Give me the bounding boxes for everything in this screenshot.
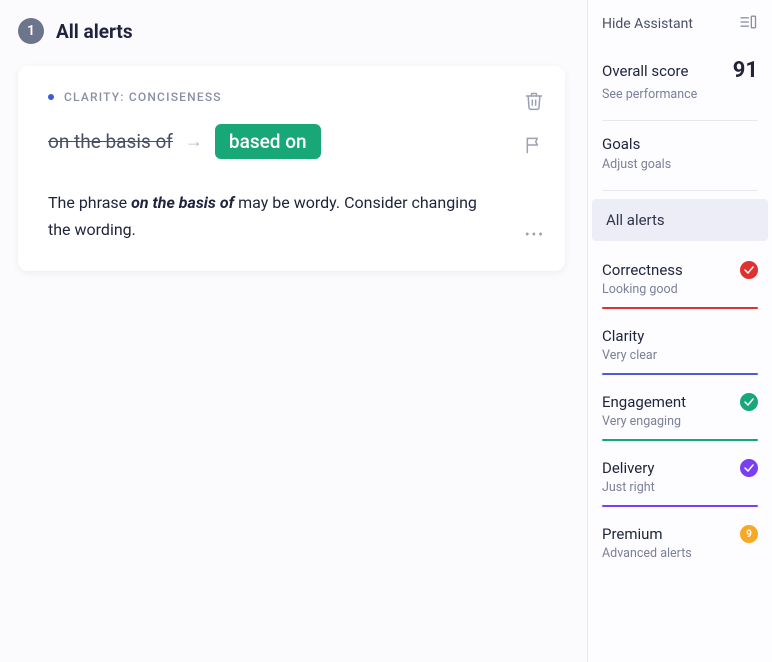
check-icon: [740, 459, 758, 477]
trash-icon[interactable]: [523, 90, 545, 112]
hide-assistant-label: Hide Assistant: [602, 16, 693, 32]
main-panel: 1 All alerts CLARITY: CONCISENESS on the…: [0, 0, 587, 662]
metric-name: Premium: [602, 525, 663, 543]
divider: [602, 190, 758, 191]
panel-collapse-icon: [738, 14, 758, 34]
overall-score-value: 91: [733, 58, 758, 83]
sidebar-item-clarity[interactable]: Clarity Very clear: [588, 315, 772, 381]
explanation-prefix: The phrase: [48, 193, 131, 212]
premium-count-badge: 9: [740, 525, 758, 543]
metric-name: Clarity: [602, 327, 644, 345]
page-title: All alerts: [56, 20, 133, 43]
metric-bar: [602, 505, 758, 507]
replacement-button[interactable]: based on: [215, 124, 321, 159]
suggestion-row: on the basis of → based on: [48, 124, 495, 159]
check-icon: [740, 393, 758, 411]
metric-name: Engagement: [602, 393, 686, 411]
metric-bar: [602, 307, 758, 309]
see-performance-link[interactable]: See performance: [602, 87, 758, 102]
sidebar: Hide Assistant Overall score 91 See perf…: [587, 0, 772, 662]
metric-name: Delivery: [602, 459, 655, 477]
metric-bar: [602, 373, 758, 375]
metric-sub: Very engaging: [602, 414, 758, 429]
sidebar-item-correctness[interactable]: Correctness Looking good: [588, 249, 772, 315]
metric-sub: Just right: [602, 480, 758, 495]
metric-bar: [602, 439, 758, 441]
metric-sub: Advanced alerts: [602, 546, 758, 561]
metric-name: Correctness: [602, 261, 683, 279]
overall-score-label: Overall score: [602, 62, 688, 80]
metric-sub: Looking good: [602, 282, 758, 297]
page-header: 1 All alerts: [18, 18, 565, 44]
card-actions: [523, 90, 545, 156]
goals-block[interactable]: Goals Adjust goals: [588, 125, 772, 186]
hide-assistant-button[interactable]: Hide Assistant: [588, 0, 772, 44]
bullet-icon: [48, 94, 54, 100]
adjust-goals-link[interactable]: Adjust goals: [602, 157, 758, 172]
arrow-icon: →: [185, 131, 203, 152]
explanation-text: The phrase on the basis of may be wordy.…: [48, 189, 495, 243]
alert-count-badge: 1: [18, 18, 44, 44]
flag-icon[interactable]: [523, 134, 545, 156]
sidebar-item-premium[interactable]: Premium 9 Advanced alerts: [588, 513, 772, 567]
sidebar-item-engagement[interactable]: Engagement Very engaging: [588, 381, 772, 447]
card-category: CLARITY: CONCISENESS: [64, 90, 222, 104]
explanation-bold: on the basis of: [131, 193, 234, 212]
divider: [602, 120, 758, 121]
sidebar-item-delivery[interactable]: Delivery Just right: [588, 447, 772, 513]
more-icon[interactable]: •••: [525, 227, 545, 243]
goals-label: Goals: [602, 135, 758, 153]
metric-sub: Very clear: [602, 348, 758, 363]
card-category-row: CLARITY: CONCISENESS: [48, 90, 495, 104]
original-text: on the basis of: [48, 130, 173, 153]
sidebar-item-all-alerts[interactable]: All alerts: [592, 199, 768, 241]
alert-card[interactable]: CLARITY: CONCISENESS on the basis of → b…: [18, 66, 565, 271]
check-icon: [740, 261, 758, 279]
overall-score-block[interactable]: Overall score 91 See performance: [588, 44, 772, 116]
